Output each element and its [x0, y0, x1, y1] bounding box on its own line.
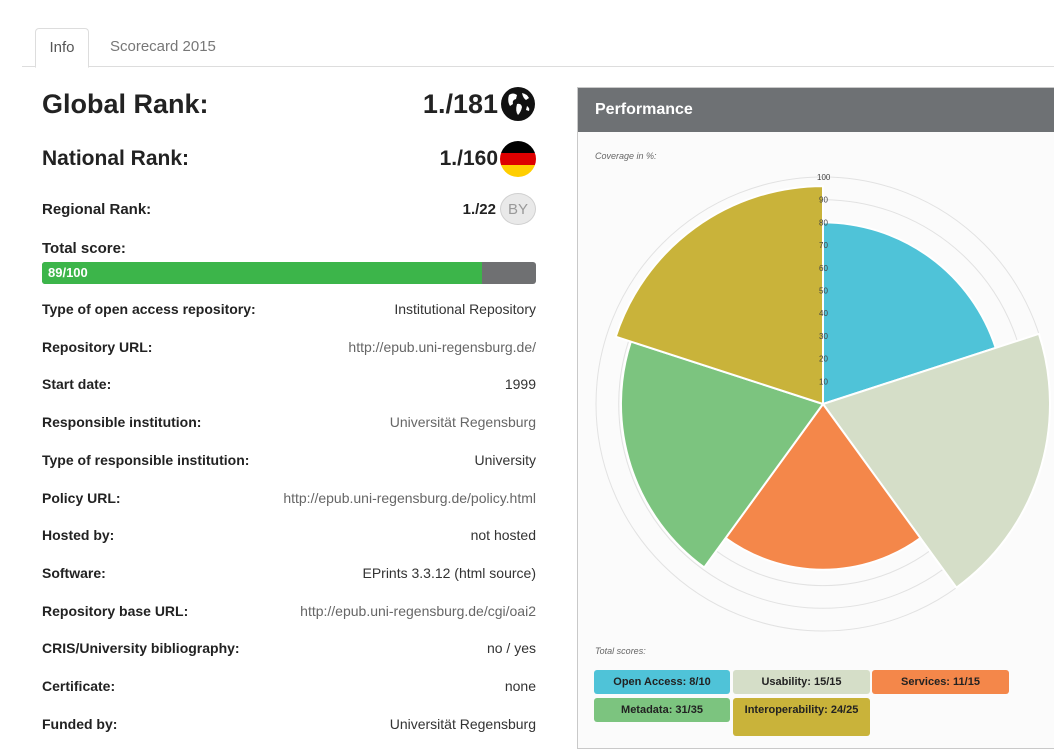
info-value: not hosted [470, 527, 536, 544]
interoperability-badge: Interoperability: 24/25 [733, 698, 870, 736]
total-score-bar: 89/100 [42, 262, 536, 284]
info-value: Institutional Repository [394, 301, 536, 317]
info-row: Start date: 1999 [42, 372, 536, 396]
national-rank-value: 1./160 [439, 147, 498, 170]
info-value: EPrints 3.3.12 (html source) [362, 564, 536, 581]
tick-label: 60 [819, 264, 828, 273]
regional-rank-label: Regional Rank: [42, 200, 152, 218]
info-key: Repository URL: [42, 338, 153, 355]
info-value: Universität Regensburg [389, 715, 536, 732]
info-row: Type of open access repository: Instituti… [42, 297, 536, 321]
national-rank-row: National Rank: 1./160 [42, 141, 536, 177]
info-row: CRIS/University bibliography: no / yes [42, 636, 536, 660]
info-row: Policy URL: http://epub.uni-regensburg.de… [42, 486, 536, 510]
info-row: Software: EPrints 3.3.12 (html source) [42, 561, 536, 585]
info-value: University [474, 451, 536, 468]
tab-info[interactable]: Info [35, 28, 89, 68]
info-key: Policy URL: [42, 489, 121, 506]
info-key: Start date: [42, 376, 112, 393]
total-score-label: Total score: [42, 240, 126, 257]
info-key: Repository base URL: [42, 602, 189, 619]
tick-label: 50 [819, 287, 828, 296]
performance-title: Performance [578, 88, 1054, 132]
info-link[interactable]: http://epub.uni-regensburg.de/ [348, 339, 536, 355]
open-access-badge: Open Access: 8/10 [594, 670, 730, 694]
info-value: none [504, 678, 536, 694]
info-key: Funded by: [42, 715, 118, 732]
usability-badge: Usability: 15/15 [733, 670, 870, 694]
regional-rank-value-group: 1./22 BY [463, 193, 536, 225]
global-rank-label: Global Rank: [42, 88, 209, 119]
info-row: Repository base URL: http://epub.uni-rege… [42, 599, 536, 623]
total-score-fill: 89/100 [42, 262, 482, 284]
global-rank-row: Global Rank: 1./181 [42, 86, 536, 122]
info-link[interactable]: http://epub.uni-regensburg.de/policy.htm… [283, 490, 536, 506]
performance-panel: Performance Coverage in %: 10 20 30 40 50 60 7… [577, 87, 1054, 749]
national-rank-label: National Rank: [42, 147, 190, 170]
info-key: Software: [42, 564, 106, 581]
services-badge: Services: 11/15 [872, 670, 1009, 694]
info-key: Hosted by: [42, 527, 115, 544]
info-row: Repository URL: http://epub.uni-regensbur… [42, 335, 536, 359]
metadata-badge: Metadata: 31/35 [594, 698, 730, 722]
tick-label: 80 [819, 218, 828, 227]
info-key: Certificate: [42, 678, 116, 694]
info-key: Responsible institution: [42, 414, 202, 431]
info-row: Type of responsible institution: Universi… [42, 448, 536, 472]
info-value: 1999 [504, 376, 536, 393]
global-rank-value-group: 1./181 [423, 86, 536, 122]
regional-rank-row: Regional Rank: 1./22 BY [42, 193, 536, 225]
info-key: Type of responsible institution: [42, 451, 250, 468]
tick-label: 10 [819, 377, 828, 386]
global-rank-value: 1./181 [422, 88, 498, 119]
info-key: CRIS/University bibliography: [42, 640, 240, 657]
region-badge: BY [500, 193, 536, 225]
tick-label: 90 [819, 196, 828, 205]
tab-scorecard-2015[interactable]: Scorecard 2015 [110, 28, 216, 66]
tick-label: 100 [817, 173, 831, 182]
info-key: Type of open access repository: [42, 301, 256, 317]
regional-rank-value: 1./22 [462, 200, 496, 218]
info-link[interactable]: Universität Regensburg [390, 414, 536, 430]
info-row: Funded by: Universität Regensburg [42, 712, 536, 736]
tab-bar: Info Scorecard 2015 [22, 28, 1054, 68]
tick-label: 70 [819, 241, 828, 250]
total-scores-label: Total scores: [595, 646, 646, 656]
globe-icon [501, 87, 535, 121]
info-link[interactable]: http://epub.uni-regensburg.de/cgi/oai2 [300, 603, 536, 619]
info-value: no / yes [486, 640, 536, 657]
polar-area-chart: 10 20 30 40 50 60 70 80 90 100 [595, 173, 1051, 632]
tick-label: 40 [819, 309, 828, 318]
germany-flag-icon [500, 141, 536, 177]
national-rank-value-group: 1./160 [440, 141, 536, 177]
tick-label: 30 [819, 332, 828, 341]
info-row: Responsible institution: Universität Rege… [42, 410, 536, 434]
info-row: Hosted by: not hosted [42, 523, 536, 547]
tick-label: 20 [819, 355, 828, 364]
info-row: Certificate: none [42, 674, 536, 698]
